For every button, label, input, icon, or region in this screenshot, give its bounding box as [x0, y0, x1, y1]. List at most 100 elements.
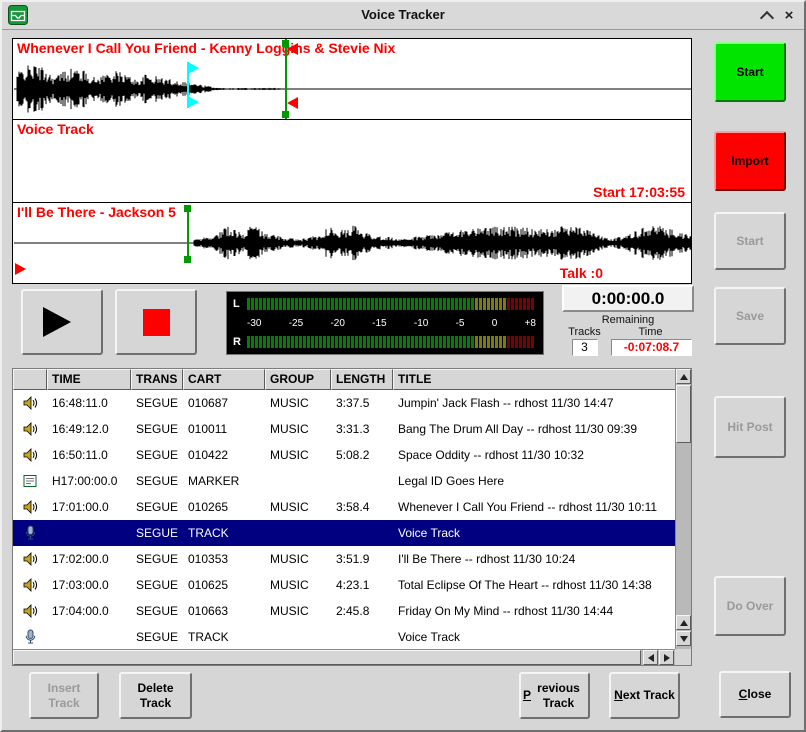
start-record-button[interactable]: Start [714, 42, 786, 102]
meter-right-label: R [233, 336, 247, 348]
column-header-title[interactable]: TITLE [393, 369, 691, 390]
cell-length: 5:08.2 [331, 448, 393, 462]
cell-trans: SEGUE [131, 552, 183, 566]
scrollbar-corner [675, 649, 691, 665]
playlist-row[interactable]: 16:48:11.0SEGUE010687MUSIC3:37.5Jumpin' … [13, 390, 691, 416]
cell-cart: MARKER [183, 474, 265, 488]
vertical-scrollbar[interactable] [675, 369, 691, 649]
cell-length: 3:51.9 [331, 552, 393, 566]
horizontal-scrollbar[interactable] [13, 649, 675, 665]
titlebar[interactable]: Voice Tracker × [2, 2, 804, 30]
track1-waveform[interactable] [14, 60, 691, 118]
track-panel-2[interactable]: Voice Track Start 17:03:55 [13, 119, 691, 202]
scroll-right-button[interactable] [659, 650, 674, 665]
close-button[interactable]: Close [719, 671, 791, 718]
scroll-down-button[interactable] [676, 631, 691, 646]
start-play-button[interactable]: Start [714, 212, 786, 270]
arrow-right-icon [664, 654, 670, 662]
speaker-icon [13, 551, 47, 567]
cell-trans: SEGUE [131, 448, 183, 462]
marker-handle-bottom[interactable] [282, 111, 289, 118]
column-header-trans[interactable]: TRANS [131, 369, 183, 390]
meter-scale-label: -30 [247, 317, 261, 330]
play-button[interactable] [21, 289, 103, 355]
cell-time: 17:03:00.0 [47, 578, 131, 592]
track3-start-marker[interactable] [187, 205, 189, 263]
save-button[interactable]: Save [714, 287, 786, 345]
column-header-length[interactable]: LENGTH [331, 369, 393, 390]
cell-time: H17:00:00.0 [47, 474, 131, 488]
shade-button[interactable] [758, 7, 776, 24]
speaker-icon [13, 499, 47, 515]
insert-track-button[interactable]: Insert Track [29, 672, 99, 719]
meter-scale-label: +8 [525, 317, 536, 330]
cell-trans: SEGUE [131, 396, 183, 410]
track3-waveform[interactable] [14, 223, 691, 263]
playlist-row[interactable]: H17:00:00.0SEGUEMARKERLegal ID Goes Here [13, 468, 691, 494]
playlist-row[interactable]: 16:50:11.0SEGUE010422MUSIC5:08.2Space Od… [13, 442, 691, 468]
fade-marker-top-icon[interactable] [287, 43, 298, 55]
import-button[interactable]: Import [714, 131, 786, 191]
delete-track-button[interactable]: Delete Track [119, 672, 192, 719]
playlist-row[interactable]: 17:03:00.0SEGUE010625MUSIC4:23.1Total Ec… [13, 572, 691, 598]
scroll-up-button[interactable] [676, 369, 691, 384]
track-panel-1[interactable]: Whenever I Call You Friend - Kenny Loggi… [13, 39, 691, 119]
cell-length: 4:23.1 [331, 578, 393, 592]
cell-time: 16:48:11.0 [47, 396, 131, 410]
chevron-up-icon [760, 10, 774, 24]
cell-time: 17:01:00.0 [47, 500, 131, 514]
speaker-icon [13, 603, 47, 619]
playlist-row[interactable]: 17:01:00.0SEGUE010265MUSIC3:58.4Whenever… [13, 494, 691, 520]
marker-handle-bottom[interactable] [184, 256, 191, 263]
next-track-button[interactable]: Next Track [609, 672, 680, 719]
playlist-row[interactable]: 17:02:00.0SEGUE010353MUSIC3:51.9I'll Be … [13, 546, 691, 572]
scroll-up-button-2[interactable] [676, 615, 691, 630]
arrow-up-icon [680, 620, 688, 626]
talk-marker-icon[interactable] [15, 263, 26, 275]
previous-track-button[interactable]: Previous Track [519, 672, 590, 719]
cell-trans: SEGUE [131, 578, 183, 592]
column-header-icon[interactable] [13, 369, 47, 390]
stop-button[interactable] [115, 289, 197, 355]
speaker-icon [13, 447, 47, 463]
window-title: Voice Tracker [2, 7, 804, 22]
playlist-table: TIMETRANSCARTGROUPLENGTHTITLE 16:48:11.0… [12, 368, 692, 666]
scroll-left-button[interactable] [643, 650, 658, 665]
vertical-scrollbar-thumb[interactable] [676, 385, 691, 443]
cell-title: Total Eclipse Of The Heart -- rdhost 11/… [393, 578, 691, 592]
do-over-button[interactable]: Do Over [714, 576, 786, 636]
meter-scale-label: -20 [330, 317, 344, 330]
marker-handle-top[interactable] [184, 205, 191, 212]
cell-title: Voice Track [393, 526, 691, 540]
waveform-stack: Whenever I Call You Friend - Kenny Loggi… [12, 38, 692, 284]
playlist-row[interactable]: 17:04:00.0SEGUE010663MUSIC2:45.8Friday O… [13, 598, 691, 624]
cell-time: 17:02:00.0 [47, 552, 131, 566]
speaker-icon [13, 395, 47, 411]
horizontal-scrollbar-thumb[interactable] [13, 650, 641, 665]
close-window-button[interactable]: × [780, 7, 798, 24]
cell-cart: 010625 [183, 578, 265, 592]
meter-left-label: L [233, 298, 247, 310]
cell-title: I'll Be There -- rdhost 11/30 10:24 [393, 552, 691, 566]
playlist-row[interactable]: SEGUETRACKVoice Track [13, 624, 691, 648]
playlist-row[interactable]: SEGUETRACKVoice Track [13, 520, 691, 546]
cell-trans: SEGUE [131, 604, 183, 618]
cell-title: Bang The Drum All Day -- rdhost 11/30 09… [393, 422, 691, 436]
cell-group: MUSIC [265, 552, 331, 566]
column-header-group[interactable]: GROUP [265, 369, 331, 390]
cell-title: Jumpin' Jack Flash -- rdhost 11/30 14:47 [393, 396, 691, 410]
playlist-row[interactable]: 16:49:12.0SEGUE010011MUSIC3:31.3Bang The… [13, 416, 691, 442]
mic-icon [13, 525, 47, 541]
stop-icon [143, 309, 170, 336]
time-label: Time [607, 326, 694, 338]
audio-level-meter: L -30-25-20-15-10-50+8 R [226, 291, 544, 355]
segue-marker-handle-top[interactable] [188, 62, 199, 74]
column-header-time[interactable]: TIME [47, 369, 131, 390]
column-header-cart[interactable]: CART [183, 369, 265, 390]
segue-marker-handle-bottom[interactable] [188, 96, 199, 108]
hit-post-button[interactable]: Hit Post [714, 396, 786, 458]
fade-marker-bottom-icon[interactable] [287, 97, 298, 109]
meter-scale-label: -10 [414, 317, 428, 330]
track-panel-3[interactable]: I'll Be There - Jackson 5 Talk :0 [13, 202, 691, 283]
cell-group: MUSIC [265, 604, 331, 618]
